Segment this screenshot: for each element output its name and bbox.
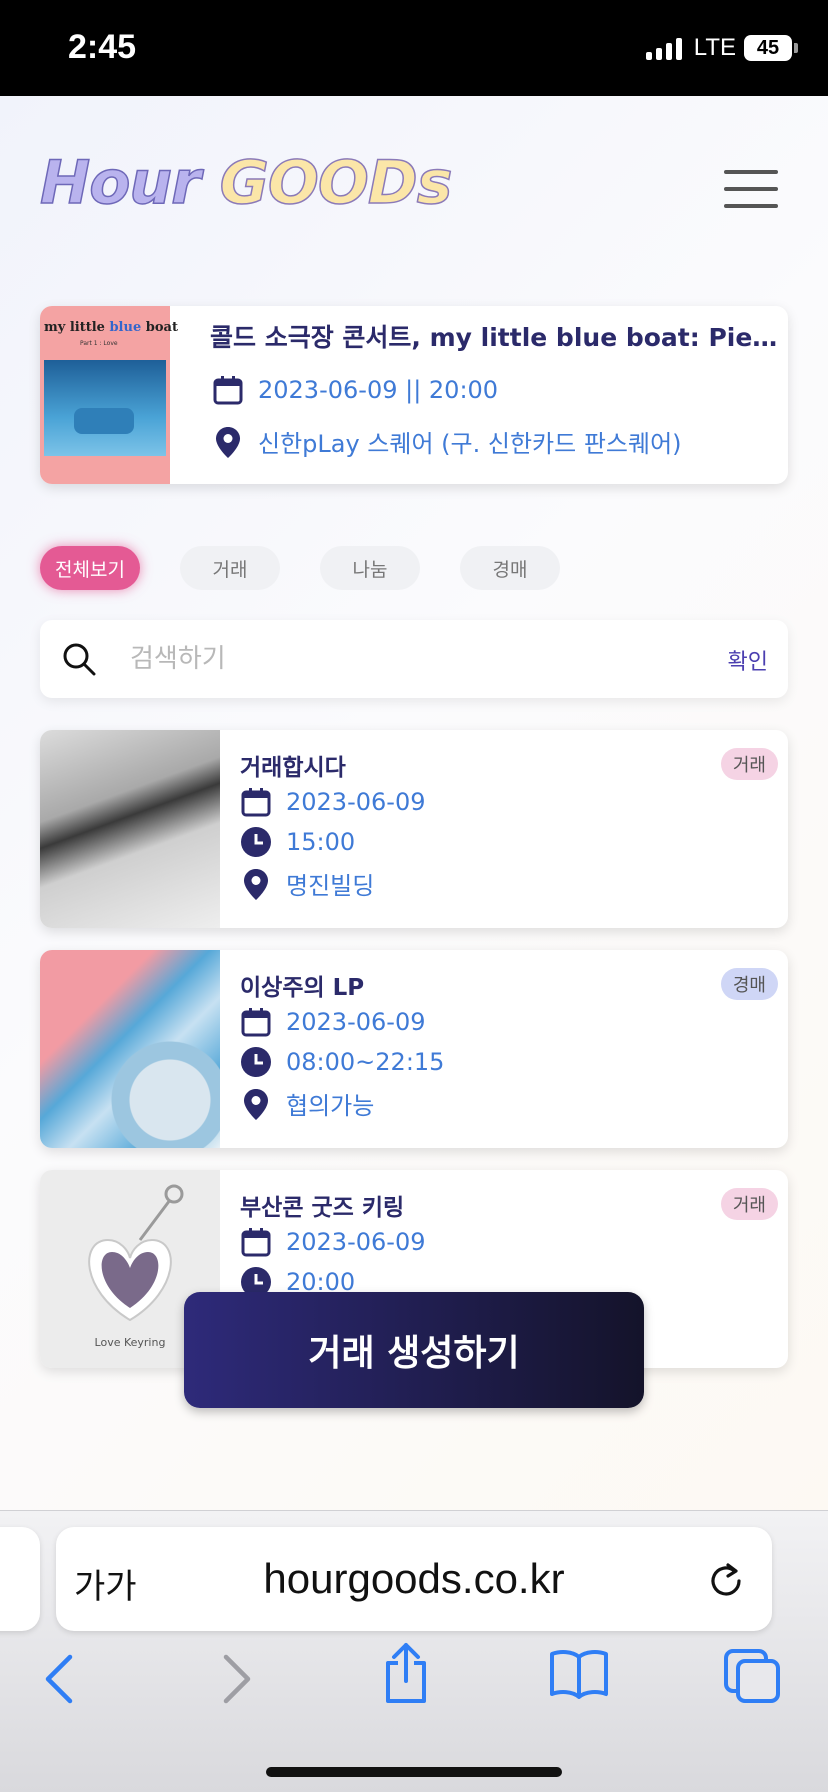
url-text: hourgoods.co.kr: [263, 1555, 565, 1602]
trade-date: 2023-06-09: [286, 1228, 426, 1256]
create-trade-button[interactable]: 거래 생성하기: [184, 1292, 644, 1408]
search-confirm-button[interactable]: 확인: [728, 644, 768, 676]
status-bar: 2:45 LTE 45: [0, 0, 828, 96]
trade-date-row: 2023-06-09: [240, 786, 425, 818]
hamburger-menu-icon[interactable]: [724, 170, 780, 210]
trade-place: 명진빌딩: [286, 872, 375, 900]
calendar-icon: [241, 788, 271, 817]
trade-title: 거래합시다: [240, 755, 346, 781]
share-icon[interactable]: [382, 1641, 430, 1705]
filter-tabs: 전체보기 거래 나눔 경매: [40, 546, 560, 590]
home-indicator: [266, 1767, 562, 1777]
trade-place-row: 협의가능: [240, 1086, 374, 1121]
location-pin-icon: [244, 1088, 268, 1120]
reload-icon[interactable]: [706, 1557, 746, 1601]
trade-place: 협의가능: [286, 1092, 375, 1120]
trade-thumbnail: [40, 730, 220, 928]
trade-card[interactable]: 이상주의 LP 경매 2023-06-09 08:00~22:15 협의가능: [40, 950, 788, 1148]
bookmarks-icon[interactable]: [548, 1649, 610, 1699]
tab-all[interactable]: 전체보기: [40, 546, 140, 590]
concert-poster: my little blue boat Part 1 : Love: [40, 306, 178, 484]
trade-time: 15:00: [286, 828, 356, 856]
browser-toolbar: 가가 hourgoods.co.kr: [0, 1510, 828, 1792]
concert-venue: 신한pLay 스퀘어 (구. 신한카드 판스퀘어): [258, 430, 682, 458]
logo-text-goods: GOODs: [219, 147, 453, 219]
network-label: LTE: [693, 34, 736, 61]
location-pin-icon: [244, 868, 268, 900]
trade-date: 2023-06-09: [286, 1008, 426, 1036]
location-pin-icon: [216, 426, 240, 458]
trade-title: 부산콘 굿즈 키링: [240, 1195, 405, 1221]
back-icon[interactable]: [42, 1653, 78, 1705]
poster-title-part2: blue: [109, 320, 142, 335]
trade-type-badge: 경매: [720, 968, 778, 1000]
previous-tab-preview[interactable]: [0, 1527, 40, 1631]
battery-level: 45: [756, 36, 780, 59]
poster-title: my little blue boat: [44, 320, 178, 335]
poster-subtitle: Part 1 : Love: [80, 340, 118, 347]
trade-time-row: 15:00: [240, 826, 355, 858]
poster-image: [44, 360, 166, 456]
clock-icon: [241, 827, 271, 857]
trade-date-row: 2023-06-09: [240, 1226, 425, 1258]
tab-auction[interactable]: 경매: [460, 546, 560, 590]
battery-icon: 45: [744, 35, 798, 61]
trade-date: 2023-06-09: [286, 788, 426, 816]
clock-icon: [241, 1047, 271, 1077]
trade-place-row: 명진빌딩: [240, 866, 374, 901]
status-indicators: LTE 45: [645, 34, 798, 62]
concert-date-row: 2023-06-09 || 20:00: [212, 374, 498, 406]
tabs-icon[interactable]: [722, 1647, 782, 1703]
trade-time-row: 08:00~22:15: [240, 1046, 444, 1078]
search-input[interactable]: [130, 638, 630, 680]
concert-title: 콜드 소극장 콘서트, my little blue boat: Pie…: [210, 323, 778, 352]
tab-trade[interactable]: 거래: [180, 546, 280, 590]
app-logo[interactable]: Hour GOODs: [39, 147, 453, 219]
tab-share[interactable]: 나눔: [320, 546, 420, 590]
trade-type-badge: 거래: [720, 748, 778, 780]
trade-title: 이상주의 LP: [240, 975, 365, 1001]
concert-card[interactable]: my little blue boat Part 1 : Love 콜드 소극장…: [40, 306, 788, 484]
search-icon[interactable]: [62, 642, 96, 676]
trade-type-badge: 거래: [720, 1188, 778, 1220]
concert-venue-row: 신한pLay 스퀘어 (구. 신한카드 판스퀘어): [212, 424, 682, 459]
trade-card[interactable]: 거래합시다 거래 2023-06-09 15:00 명진빌딩: [40, 730, 788, 928]
calendar-icon: [241, 1008, 271, 1037]
forward-icon[interactable]: [218, 1653, 254, 1705]
logo-text-hour: Hour: [39, 147, 220, 219]
trade-thumbnail: [40, 950, 220, 1148]
page-content: Hour GOODs my little blue boat Part 1 : …: [0, 96, 828, 1510]
poster-title-part3: boat: [141, 320, 178, 335]
calendar-icon: [241, 1228, 271, 1257]
trade-date-row: 2023-06-09: [240, 1006, 425, 1038]
address-bar[interactable]: 가가 hourgoods.co.kr: [56, 1527, 772, 1631]
search-bar: 확인: [40, 620, 788, 698]
calendar-icon: [213, 376, 243, 405]
concert-datetime: 2023-06-09 || 20:00: [258, 376, 499, 404]
status-time: 2:45: [68, 28, 137, 66]
trade-time: 08:00~22:15: [286, 1048, 445, 1076]
signal-icon: [645, 36, 682, 60]
poster-title-part1: my little: [44, 320, 110, 335]
